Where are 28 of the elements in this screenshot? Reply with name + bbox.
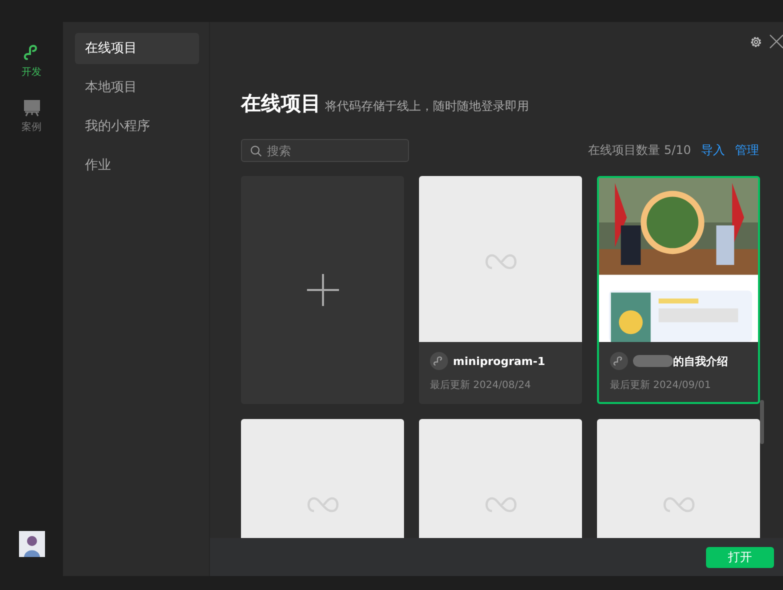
- project-card[interactable]: [241, 176, 404, 404]
- settings-icon[interactable]: [749, 35, 763, 49]
- monitor-icon: [22, 97, 42, 117]
- updated-date: 最后更新 2024/08/24: [430, 378, 532, 392]
- link-icon: [430, 352, 448, 370]
- rail-tab[interactable]: 案例: [22, 97, 42, 134]
- project-card[interactable]: 的自我介绍 最后更新 2024/09/01: [597, 176, 760, 404]
- nav-item[interactable]: 作业: [75, 150, 199, 181]
- project-card[interactable]: miniprogram-1 最后更新 2024/08/24: [419, 176, 582, 404]
- page-subtitle: 将代码存储于线上，随时随地登录即用: [325, 98, 529, 115]
- updated-date: 最后更新 2024/09/01: [610, 378, 712, 392]
- link-icon: [610, 352, 628, 370]
- project-name: 的自我介绍: [673, 354, 728, 368]
- avatar[interactable]: [18, 531, 44, 557]
- plus-icon: [306, 274, 338, 306]
- nav-item[interactable]: 本地项目: [75, 72, 199, 103]
- nav-item[interactable]: 我的小程序: [75, 111, 199, 142]
- project-count: 在线项目数量 5/10: [588, 142, 691, 159]
- search-icon: [250, 145, 262, 157]
- nav-item[interactable]: 在线项目: [75, 33, 199, 64]
- rail-tab[interactable]: 开发: [22, 42, 42, 79]
- scrollbar[interactable]: [760, 400, 764, 444]
- toolbar-link[interactable]: 导入: [701, 142, 725, 159]
- search-field[interactable]: 搜索: [241, 139, 409, 162]
- close-icon[interactable]: [769, 34, 783, 50]
- toolbar-link[interactable]: 管理: [735, 142, 759, 159]
- project-name: miniprogram-1: [453, 354, 546, 368]
- page-title: 在线项目: [241, 90, 321, 117]
